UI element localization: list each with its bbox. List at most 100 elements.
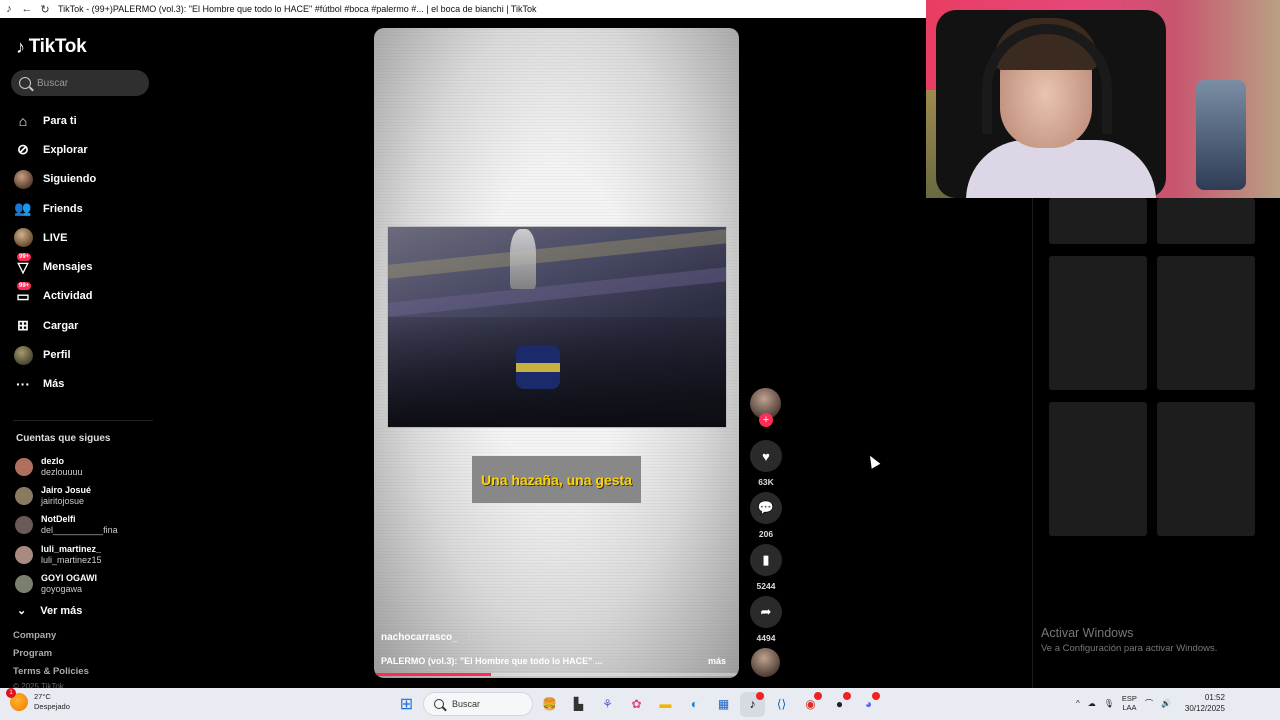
taskbar-search[interactable]: Buscar: [423, 692, 533, 716]
video-progress-bar[interactable]: [374, 673, 739, 676]
task-view-icon: ▙: [573, 697, 584, 711]
taskbar-app-chrome[interactable]: ◉: [798, 691, 823, 717]
placeholder-tile: [1049, 402, 1147, 536]
sidebar-item-mas[interactable]: ··· Más: [13, 370, 153, 399]
taskbar-app-explorer[interactable]: ▬: [653, 692, 678, 717]
tiktok-icon: ♪: [749, 697, 756, 711]
sidebar-item-cargar[interactable]: ⊞ Cargar: [13, 311, 153, 340]
reload-icon[interactable]: ↻: [36, 0, 54, 18]
weather-temp: 27°C: [34, 692, 51, 701]
ver-mas-button[interactable]: ⌄ Ver más: [17, 604, 83, 618]
comment-button[interactable]: 💬: [750, 492, 782, 524]
volume-icon[interactable]: 🔊: [1161, 699, 1171, 708]
tiktok-note-icon: ♪: [16, 36, 25, 57]
taskbar-app-tiktok[interactable]: ♪: [740, 691, 765, 717]
follow-plus-icon[interactable]: +: [759, 413, 773, 427]
microphone-icon[interactable]: 🎙: [1104, 699, 1114, 708]
share-button[interactable]: ➦: [750, 596, 782, 628]
wifi-icon[interactable]: ⌒: [1145, 698, 1153, 709]
following-item[interactable]: dezlo dezlouuuu: [15, 452, 155, 481]
taskbar-app-copilot[interactable]: ✿: [624, 692, 649, 717]
following-item[interactable]: luli_martinez_ luli_martinez15: [15, 540, 155, 569]
search-input[interactable]: [37, 77, 137, 89]
lang-bottom: LAA: [1122, 703, 1137, 712]
search-bar[interactable]: [11, 70, 149, 96]
notification-dot: [872, 691, 880, 700]
sidebar-item-perfil[interactable]: Perfil: [13, 340, 153, 369]
sound-avatar[interactable]: [751, 648, 780, 677]
video-author[interactable]: nachocarrasco_ · 12-9: [381, 632, 487, 643]
following-username: luli_martinez15: [41, 554, 102, 565]
avatar: [15, 545, 33, 564]
sidebar-item-mensajes[interactable]: ▽ 99+ Mensajes: [13, 252, 153, 281]
sidebar-item-label: Explorar: [43, 143, 88, 156]
trophy-shape: [510, 229, 536, 289]
edge-icon: ◐: [690, 697, 699, 711]
sidebar-item-explorar[interactable]: ⊘ Explorar: [13, 135, 153, 164]
footer-company-link[interactable]: Company: [13, 630, 56, 641]
logo-text: TikTok: [28, 36, 87, 57]
description-more-link[interactable]: más: [708, 656, 726, 666]
avatar: [13, 345, 33, 365]
bookmark-icon: ▮: [762, 552, 770, 567]
sidebar-item-friends[interactable]: 👥 Friends: [13, 194, 153, 223]
creator-avatar[interactable]: +: [750, 388, 781, 427]
webcam-overlay: [926, 0, 1280, 198]
language-indicator[interactable]: ESP LAA: [1122, 694, 1137, 712]
back-icon[interactable]: ←: [18, 0, 36, 18]
share-count: 4494: [756, 633, 776, 643]
like-button[interactable]: ♥: [750, 440, 782, 472]
taskbar-app-discord[interactable]: ◕: [856, 691, 881, 717]
placeholder-tile: [1157, 256, 1255, 390]
ver-mas-label: Ver más: [40, 604, 83, 617]
video-caption: Una hazaña, una gesta: [481, 471, 632, 488]
save-button[interactable]: ▮: [750, 544, 782, 576]
notification-dot: [756, 691, 764, 700]
sidebar-item-para-ti[interactable]: ⌂ Para ti: [13, 106, 153, 135]
taskbar-app-teams[interactable]: ⚘: [595, 692, 620, 717]
chevron-up-icon[interactable]: ^: [1076, 699, 1080, 708]
taskbar-app-store[interactable]: ▦: [711, 692, 736, 717]
following-username: del__________fina: [41, 525, 118, 536]
copilot-icon: ✿: [631, 697, 642, 711]
sidebar-item-siguiendo[interactable]: Siguiendo: [13, 165, 153, 194]
search-icon: [434, 699, 444, 709]
friends-icon: 👥: [14, 200, 32, 217]
following-item[interactable]: GOYI OGAWI goyogawa: [15, 569, 155, 598]
network-cloud-icon[interactable]: ☁: [1088, 699, 1096, 708]
discord-icon: ◕: [864, 697, 873, 711]
footer-terms-link[interactable]: Terms & Policies: [13, 666, 89, 677]
taskbar-app-taskview[interactable]: ▙: [566, 692, 591, 717]
sidebar-item-actividad[interactable]: ▭ 99+ Actividad: [13, 282, 153, 311]
placeholder-tile: [1049, 198, 1147, 244]
taskbar-app-edge[interactable]: ◐: [682, 692, 707, 717]
home-icon: ⌂: [18, 112, 28, 129]
following-item[interactable]: NotDelfi del__________fina: [15, 511, 155, 540]
perfil-avatar-wrap: [13, 345, 33, 365]
sidebar-item-live[interactable]: LIVE: [13, 223, 153, 252]
save-count: 5244: [756, 581, 776, 591]
author-name[interactable]: nachocarrasco_: [381, 632, 458, 643]
teams-icon: ⚘: [602, 697, 613, 711]
mouse-cursor-icon: [865, 453, 881, 469]
taskbar-app-obs[interactable]: ●: [827, 691, 852, 717]
taskbar-apps: ⊞ Buscar 🍔 ▙ ⚘ ✿ ▬ ◐ ▦ ♪ ⟨⟩ ◉ ● ◕: [394, 691, 881, 717]
obs-icon: ●: [835, 697, 844, 711]
video-player[interactable]: Una hazaña, una gesta nachocarrasco_ · 1…: [374, 28, 739, 678]
start-button[interactable]: ⊞: [394, 692, 419, 717]
following-username: goyogawa: [41, 583, 83, 594]
taskbar-app-widget[interactable]: 🍔: [537, 692, 562, 717]
taskbar-app-vscode[interactable]: ⟨⟩: [769, 692, 794, 717]
divider: [13, 420, 153, 421]
weather-condition: Despejado: [34, 702, 70, 711]
webcam-body-shape: [966, 140, 1156, 198]
following-name: dezlo: [41, 455, 65, 466]
following-item[interactable]: Jairo Josué jairitojosue: [15, 481, 155, 510]
windows-taskbar: 1 27°C Despejado ⊞ Buscar 🍔 ▙ ⚘ ✿ ▬ ◐ ▦ …: [0, 688, 1280, 720]
weather-widget[interactable]: 1 27°C Despejado: [6, 688, 70, 712]
system-clock[interactable]: 01:52 30/12/2025: [1185, 692, 1225, 714]
lang-top: ESP: [1121, 694, 1137, 703]
tiktok-logo[interactable]: ♪ TikTok: [16, 36, 87, 58]
footer-program-link[interactable]: Program: [13, 648, 52, 659]
following-text: Jairo Josué jairitojosue: [41, 485, 91, 507]
